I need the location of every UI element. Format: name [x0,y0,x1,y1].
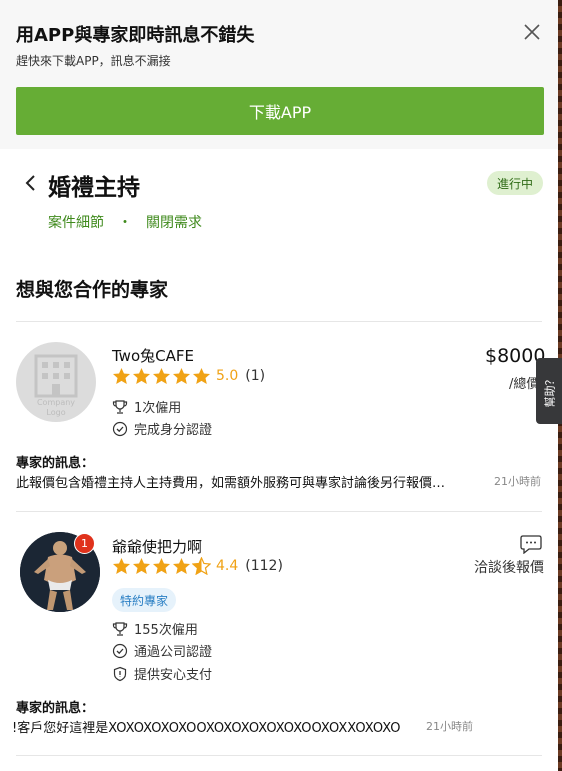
banner-title: 用APP與專家即時訊息不錯失 [16,25,255,46]
company-logo-avatar[interactable]: Company Logo [16,342,96,422]
review-count: (1) [245,368,266,384]
message-time: 21小時前 [426,720,473,733]
status-badge: 進行中 [487,171,543,195]
hire-count-row: 1次僱用 [112,397,181,416]
verification-row: 完成身分認證 [112,419,212,438]
help-label: 幫助？ [543,374,556,408]
expert-name[interactable]: Two兔CAFE [112,345,194,366]
star-icon [172,557,191,575]
star-icon [132,557,151,575]
star-icon [132,367,151,385]
payment-protection: 提供安心支付 [134,668,213,683]
hire-count: 1次僱用 [134,401,182,416]
page-title: 婚禮主持 [48,175,140,201]
star-icon [152,367,171,385]
star-icon [112,367,131,385]
expert-name[interactable]: 爺爺使把力啊 [112,536,202,557]
check-circle-icon [112,421,128,436]
premium-expert-badge: 特約專家 [112,588,177,612]
close-request-link[interactable]: 關閉需求 [146,212,202,232]
download-app-button[interactable]: 下載APP [16,87,544,135]
help-tab[interactable]: 幫助？ [536,358,562,424]
rating-stars: 4.4 (112) [112,557,283,575]
price-unit: /總價 [509,377,540,392]
expert-message[interactable]: !客戶您好這裡是XOXOXOXOXOOXOXOXOXOXOXOOXOXXOXOX… [12,717,422,736]
chat-icon[interactable] [520,534,542,554]
shield-icon [113,666,127,681]
divider [16,321,542,322]
link-separator: ・ [118,215,132,231]
avatar-placeholder-text: Company Logo [36,398,76,417]
star-icon [192,367,211,385]
review-count: (112) [245,558,283,574]
star-icon [172,367,191,385]
hire-count: 155次僱用 [134,623,198,638]
expert-message[interactable]: 此報價包含婚禮主持人主持費用，如需額外服務可與專家討論後另行報價… [16,472,482,491]
quote-status: 洽談後報價 [474,560,544,576]
check-circle-icon [112,643,128,658]
banner-subtitle: 趕快來下載APP，訊息不漏接 [16,54,171,68]
close-icon[interactable] [522,22,542,42]
star-icon [152,557,171,575]
rating-value: 5.0 [216,368,239,384]
back-arrow-icon[interactable] [22,173,40,193]
verification-status: 完成身分認證 [134,423,213,438]
message-time: 21小時前 [494,475,541,488]
payment-row: 提供安心支付 [112,664,212,683]
verification-status: 通過公司認證 [134,645,213,660]
notification-badge: 1 [74,533,95,554]
expert-message-label: 專家的訊息： [16,701,95,716]
case-details-link[interactable]: 案件細節 [48,212,104,232]
rating-stars: 5.0 (1) [112,367,265,385]
verification-row: 通過公司認證 [112,641,212,660]
star-icon [112,557,131,575]
case-links: 案件細節 ・ 關閉需求 [48,212,202,232]
trophy-icon [112,399,128,414]
divider [16,755,542,756]
expert-message-label: 專家的訊息： [16,456,95,471]
half-star-icon [192,557,211,575]
rating-value: 4.4 [216,558,239,574]
app-download-banner: 用APP與專家即時訊息不錯失 趕快來下載APP，訊息不漏接 下載APP [0,0,558,149]
trophy-icon [112,621,128,636]
hire-count-row: 155次僱用 [112,619,198,638]
divider [16,511,542,512]
section-title: 想與您合作的專家 [16,279,169,301]
